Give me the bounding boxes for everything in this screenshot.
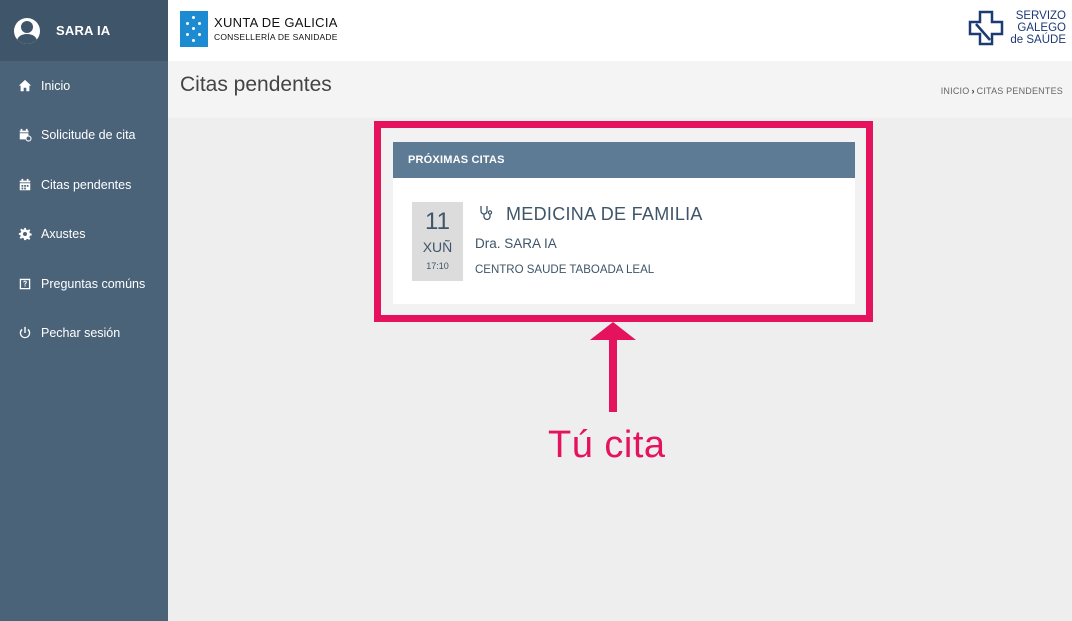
sidebar: SARA IA Inicio Solicitude de cita Citas … [0, 0, 168, 621]
sidebar-item-axustes[interactable]: Axustes [0, 210, 168, 260]
appointment-specialty[interactable]: MEDICINA DE FAMILIA [506, 204, 703, 225]
sidebar-item-label: Axustes [41, 227, 86, 242]
appointment-doctor: Dra. SARA IA [475, 236, 557, 251]
gear-icon [17, 226, 33, 242]
sidebar-item-preguntas[interactable]: Preguntas comúns [0, 259, 168, 309]
breadcrumb-current: CITAS PENDENTES [976, 86, 1063, 96]
breadcrumb-home[interactable]: INICIO [941, 86, 970, 96]
calendar-clock-icon [17, 127, 33, 143]
sergas-line-1: SERVIZO [1015, 10, 1066, 22]
calendar-icon [17, 177, 33, 193]
stethoscope-icon [480, 206, 493, 221]
power-icon [17, 325, 33, 341]
chevron-right-icon: › [971, 86, 975, 96]
card-header: PRÓXIMAS CITAS [393, 142, 855, 178]
galicia-shield-icon [180, 11, 208, 47]
sidebar-item-citas-pendentes[interactable]: Citas pendentes [0, 160, 168, 210]
user-header: SARA IA [0, 0, 168, 61]
sidebar-nav: Inicio Solicitude de cita Citas pendente… [0, 61, 168, 358]
sidebar-item-pechar-sesion[interactable]: Pechar sesión [0, 309, 168, 359]
appointment-date: 11 XUÑ 17:10 [412, 202, 463, 281]
appointment-time: 17:10 [426, 261, 449, 271]
appointment-center: CENTRO SAUDE TABOADA LEAL [475, 264, 655, 276]
sidebar-item-label: Preguntas comúns [41, 276, 146, 291]
top-bar: XUNTA DE GALICIA CONSELLERÍA DE SANIDADE… [168, 0, 1072, 61]
sidebar-item-label: Inicio [41, 78, 71, 93]
sidebar-item-label: Citas pendentes [41, 177, 132, 192]
user-name: SARA IA [56, 23, 111, 38]
xunta-logo[interactable]: XUNTA DE GALICIA CONSELLERÍA DE SANIDADE [180, 11, 338, 47]
sidebar-item-solicitude[interactable]: Solicitude de cita [0, 111, 168, 161]
avatar [14, 17, 40, 44]
annotation-label: Tú cita [548, 424, 666, 466]
sergas-line-2: GALEGO [1017, 22, 1066, 35]
sidebar-item-label: Pechar sesión [41, 326, 121, 341]
appointments-card: PRÓXIMAS CITAS 11 XUÑ 17:10 MEDICINA DE … [393, 142, 855, 304]
question-icon [17, 276, 33, 292]
appointment-day: 11 [425, 208, 450, 235]
appointment-month: XUÑ [422, 239, 453, 255]
home-icon [17, 78, 33, 94]
arrow-up-icon [590, 322, 636, 412]
sidebar-item-label: Solicitude de cita [41, 128, 136, 143]
sergas-cross-icon [969, 10, 1004, 46]
xunta-subtitle: CONSELLERÍA DE SANIDADE [214, 31, 338, 42]
sergas-line-3: de SAÚDE [1010, 34, 1066, 47]
sidebar-item-inicio[interactable]: Inicio [0, 61, 168, 111]
breadcrumb: INICIO › CITAS PENDENTES [941, 86, 1063, 96]
page-title: Citas pendentes [180, 73, 332, 96]
sergas-logo[interactable]: SERVIZO GALEGO de SAÚDE [968, 10, 1066, 46]
xunta-title: XUNTA DE GALICIA [214, 14, 338, 30]
